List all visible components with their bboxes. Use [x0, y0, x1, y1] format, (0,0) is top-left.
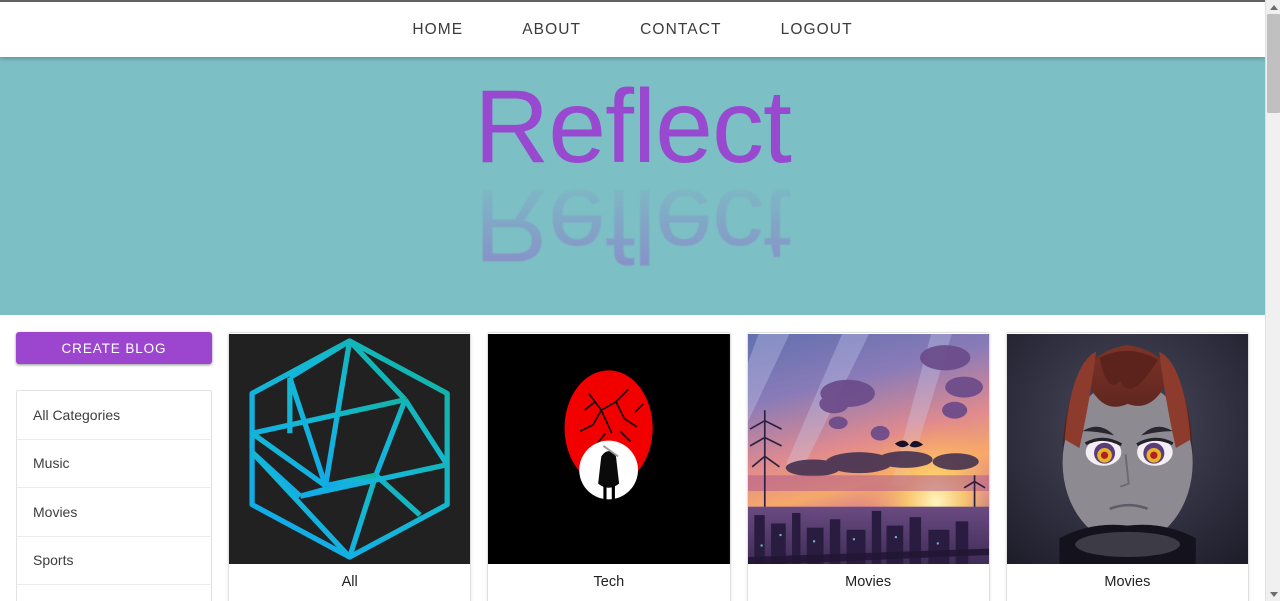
scroll-down-arrow-icon[interactable] [1266, 587, 1280, 601]
hero-title: Reflect [474, 69, 792, 185]
blog-card[interactable]: Tech Hey There [487, 332, 731, 601]
page-root: HOME ABOUT CONTACT LOGOUT Reflect Reflec… [0, 0, 1265, 601]
nav-item-logout[interactable]: LOGOUT [761, 13, 873, 47]
card-category: Movies [1104, 574, 1151, 590]
sidebar-item-label: Movies [33, 503, 78, 520]
create-blog-button[interactable]: CREATE BLOG [16, 332, 212, 364]
card-category: Tech [593, 574, 625, 590]
sidebar-item-sports[interactable]: Sports [17, 536, 211, 585]
anime-character-portrait-image [1006, 334, 1248, 564]
blog-card-grid: All Here I am I for [228, 332, 1249, 601]
hero-inner: Reflect Reflect [0, 69, 1265, 283]
sidebar-item-music[interactable]: Music [17, 439, 211, 488]
card-title: Hey There [488, 590, 729, 601]
sidebar-item-all-categories[interactable]: All Categories [17, 391, 211, 440]
hero-banner: Reflect Reflect [0, 57, 1265, 315]
red-moon-silhouette-image [488, 334, 730, 564]
sidebar-item-label: Music [33, 455, 70, 472]
sidebar-item-label: Sports [33, 552, 74, 569]
nav-item-home[interactable]: HOME [392, 13, 483, 47]
scroll-up-arrow-icon[interactable] [1266, 0, 1280, 14]
sidebar-item-movies[interactable]: Movies [17, 488, 211, 537]
vertical-scrollbar[interactable] [1265, 0, 1280, 601]
card-category: All [341, 574, 358, 590]
card-category: Movies [845, 574, 892, 590]
hero-title-reflection: Reflect [474, 167, 791, 283]
blog-card[interactable]: Movies Hi [746, 332, 990, 601]
card-title: Hi [748, 590, 989, 601]
blog-card[interactable]: All Here I am I for [228, 332, 472, 601]
sidebar-item-next[interactable] [17, 585, 211, 601]
browser-viewport: HOME ABOUT CONTACT LOGOUT Reflect Reflec… [0, 0, 1280, 601]
nav-item-about[interactable]: ABOUT [502, 13, 601, 47]
card-title: Here I am I for [229, 590, 470, 601]
sidebar: CREATE BLOG All Categories Music Movies … [16, 332, 212, 601]
geometric-hexagon-wireframe-image [229, 334, 471, 564]
anime-sunset-cityscape-image [747, 334, 989, 564]
nav-item-contact[interactable]: CONTACT [620, 13, 741, 47]
blog-card[interactable]: Movies Ayanokoji [1005, 332, 1249, 601]
scrollbar-thumb[interactable] [1267, 14, 1280, 113]
top-navbar: HOME ABOUT CONTACT LOGOUT [0, 2, 1265, 57]
sidebar-item-label: All Categories [33, 406, 121, 423]
nav-list: HOME ABOUT CONTACT LOGOUT [392, 13, 872, 47]
category-list: All Categories Music Movies Sports [16, 390, 212, 601]
main-content: CREATE BLOG All Categories Music Movies … [0, 315, 1265, 601]
card-title: Ayanokoji [1007, 590, 1248, 601]
